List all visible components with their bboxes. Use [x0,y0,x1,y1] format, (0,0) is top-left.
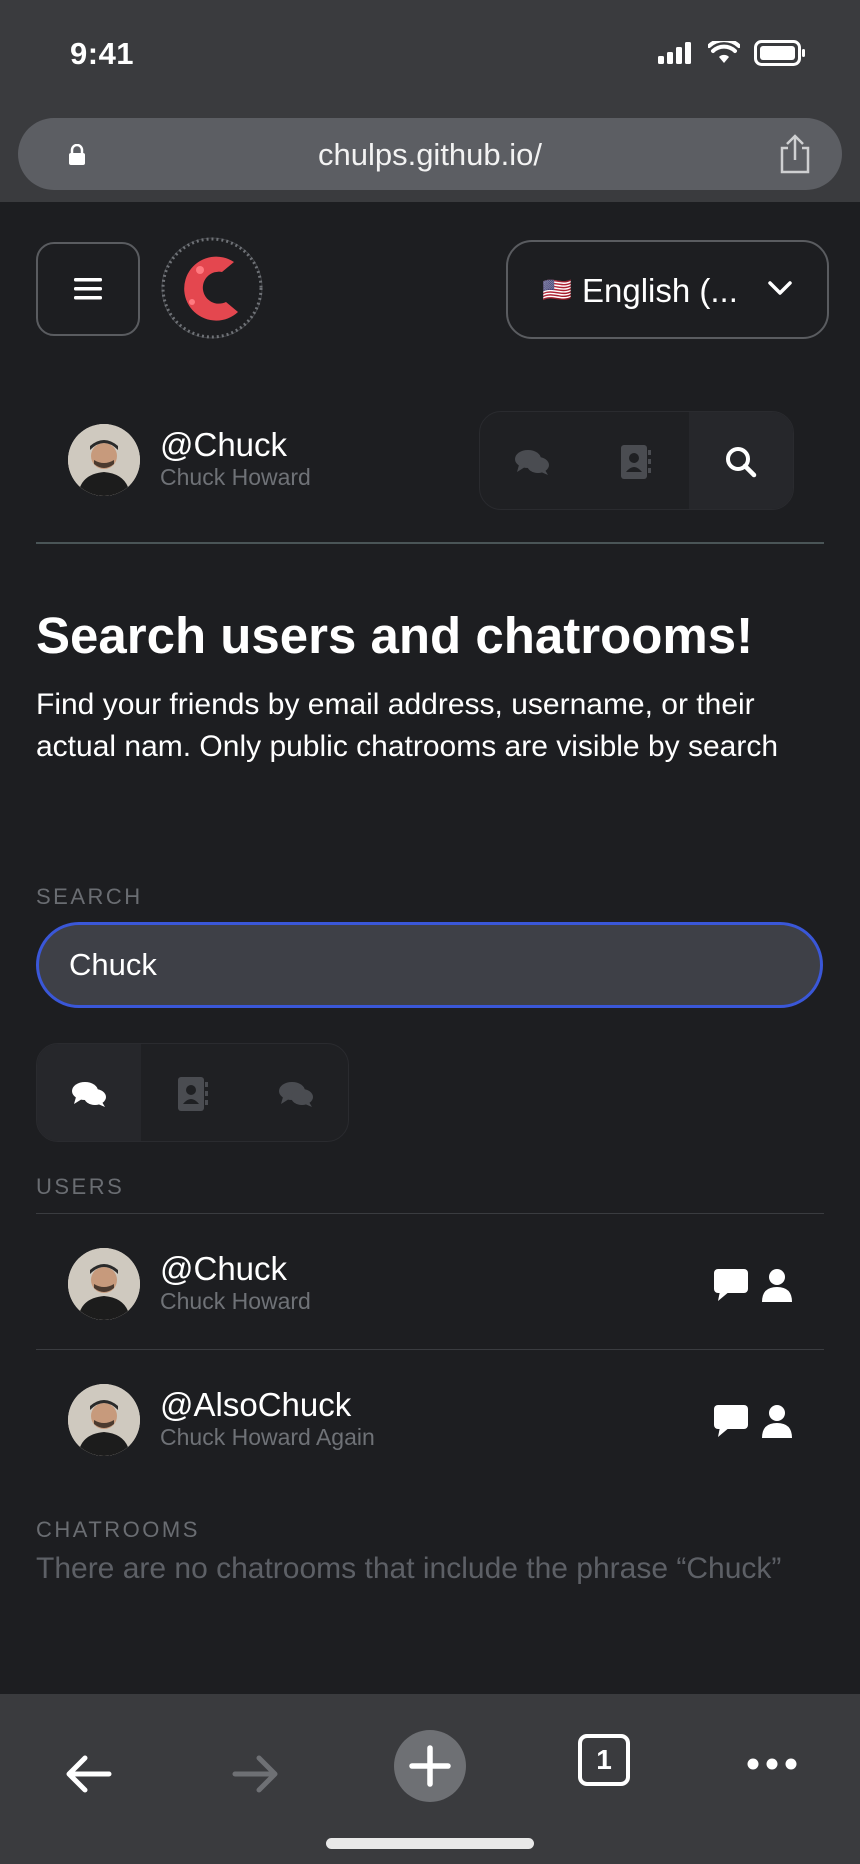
tab-results-chatrooms[interactable] [244,1044,348,1141]
tab-chats[interactable] [480,412,584,509]
user-username: @Chuck [160,1250,288,1287]
message-icon[interactable] [714,1405,748,1437]
search-input[interactable] [36,922,823,1008]
avatar-image [68,1384,140,1456]
tab-results-all[interactable] [37,1044,141,1141]
divider [36,1349,824,1350]
page-description: Find your friends by email address, user… [36,688,779,763]
address-book-icon [621,444,652,479]
user-row[interactable]: @Chuck Chuck Howard [36,1218,824,1348]
tab-count: 1 [578,1734,630,1786]
chatrooms-empty-message: There are no chatrooms that include the … [36,1552,782,1585]
language-select[interactable]: 🇺🇸 English (... [506,240,829,339]
tab-contacts[interactable] [584,412,688,509]
result-tab-group [36,1043,349,1142]
divider [36,1213,824,1214]
avatar-image [68,1248,140,1320]
forward-button[interactable] [216,1734,296,1814]
hamburger-icon [74,278,102,300]
avatar[interactable] [68,1248,140,1320]
address-book-icon [177,1076,208,1111]
user-icon[interactable] [762,1404,792,1438]
profile-username: @Chuck [160,426,288,463]
avatar[interactable] [68,1384,140,1456]
profile-tab-group [479,411,794,510]
user-icon[interactable] [762,1268,792,1302]
search-label: SEARCH [36,884,143,909]
page-title: Search users and chatrooms! [36,607,754,664]
divider [36,542,824,544]
url-bar[interactable]: chulps.github.io/ [18,118,842,190]
plus-icon [409,1745,451,1787]
comments-icon [71,1081,106,1107]
search-icon [725,446,757,477]
browser-top-bar: 9:41 chulps.github.io/ [0,0,860,202]
avatar-image [68,424,140,496]
battery-icon [754,40,805,66]
user-fullname: Chuck Howard [160,1288,311,1314]
tab-search[interactable] [688,412,793,509]
more-button[interactable] [732,1734,812,1794]
more-horizontal-icon [747,1758,797,1770]
brand-logo[interactable] [156,232,268,344]
user-username: @AlsoChuck [160,1386,352,1423]
arrow-right-icon [232,1755,278,1793]
tab-results-users[interactable] [141,1044,245,1141]
language-label: English (... [582,272,738,309]
share-icon[interactable] [778,134,812,174]
status-time: 9:41 [70,36,135,71]
user-actions [714,1268,792,1302]
new-tab-button[interactable] [394,1730,466,1802]
chevron-down-icon [768,281,792,295]
user-actions [714,1404,792,1438]
message-icon[interactable] [714,1269,748,1301]
tabs-button[interactable]: 1 [574,1730,634,1790]
url-text: chulps.github.io/ [317,137,543,172]
user-fullname: Chuck Howard Again [160,1424,375,1450]
signal-icon [658,42,691,64]
menu-button[interactable] [36,242,140,336]
home-indicator [326,1838,534,1849]
comments-icon [279,1081,314,1107]
users-label: USERS [36,1174,125,1199]
wifi-icon [708,41,740,63]
status-icons [658,40,806,66]
back-button[interactable] [48,1734,128,1814]
profile-name: Chuck Howard [160,464,311,490]
comments-icon [515,449,550,475]
avatar[interactable] [68,424,140,496]
user-row[interactable]: @AlsoChuck Chuck Howard Again [36,1354,824,1484]
flag-icon: 🇺🇸 [542,277,572,304]
arrow-left-icon [66,1755,112,1793]
chatrooms-label: CHATROOMS [36,1517,200,1542]
